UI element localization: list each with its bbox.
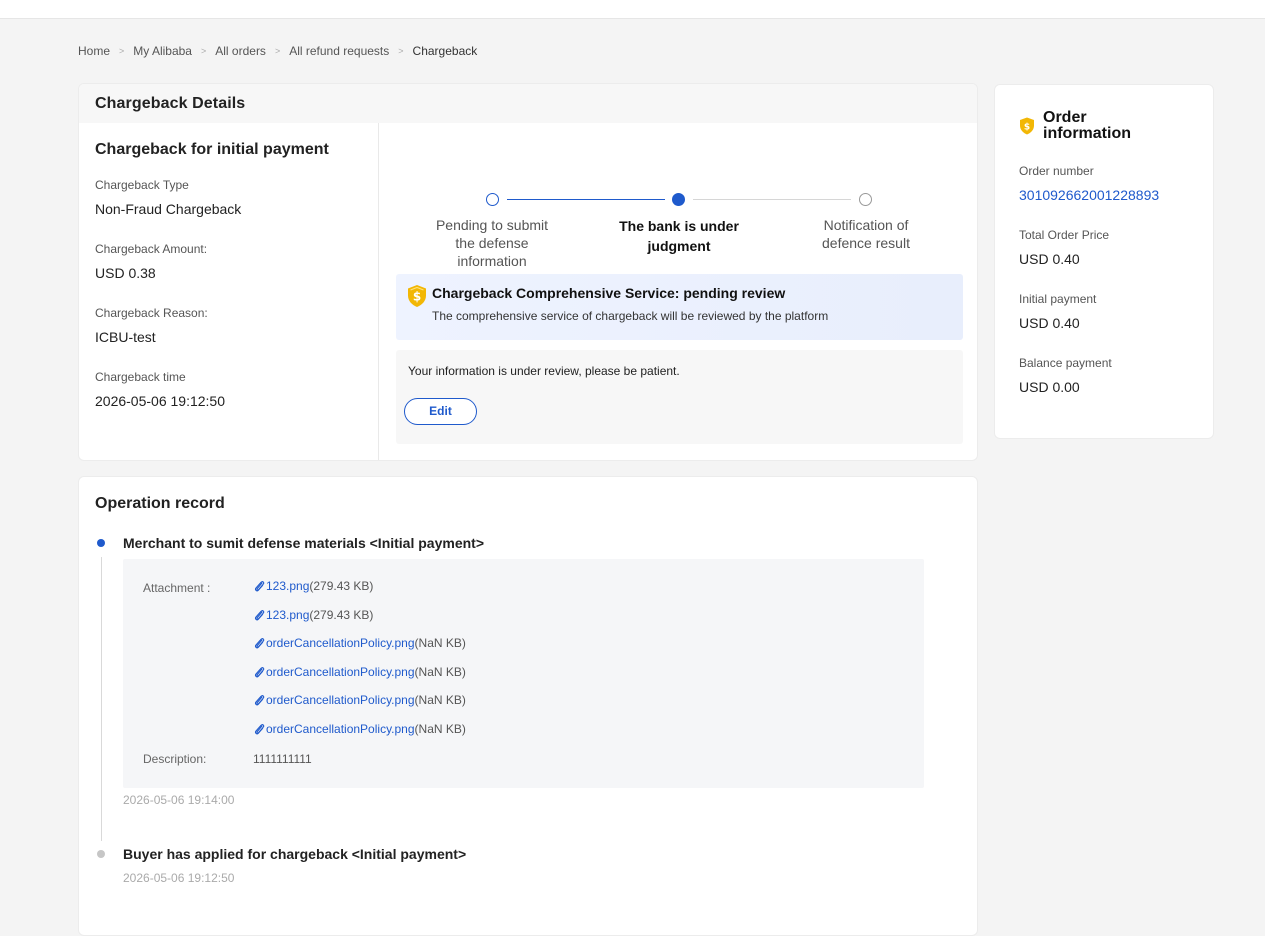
- shield-coin-icon: $: [408, 285, 426, 307]
- timeline-dot-active: [97, 539, 105, 547]
- step-connector-done: [507, 199, 665, 200]
- chargeback-type-label: Chargeback Type: [95, 178, 189, 192]
- chargeback-reason-label: Chargeback Reason:: [95, 306, 208, 320]
- breadcrumb-separator: >: [398, 46, 404, 56]
- paperclip-icon: [254, 695, 265, 706]
- breadcrumb-separator: >: [274, 46, 281, 56]
- chargeback-time-value: 2026-05-06 19:12:50: [95, 393, 225, 409]
- attachment-link[interactable]: 123.png: [266, 608, 309, 622]
- attachment-size: (NaN KB): [414, 721, 466, 736]
- attachment-size: (NaN KB): [414, 693, 466, 708]
- total-order-price-value: USD 0.40: [1019, 251, 1080, 267]
- step-3-label: Notification of defence result: [822, 217, 910, 251]
- attachment-list: 123.png (279.43 KB) 123.png (279.43 KB) …: [253, 579, 466, 751]
- attachment-link[interactable]: orderCancellationPolicy.png: [266, 665, 415, 679]
- initial-payment-label: Initial payment: [1019, 292, 1097, 306]
- description-value: 1111111111: [253, 752, 312, 766]
- attachment-item: orderCancellationPolicy.png (NaN KB): [253, 636, 466, 665]
- paperclip-icon: [254, 724, 265, 735]
- attachment-size: (NaN KB): [414, 664, 466, 679]
- paperclip-icon: [254, 581, 265, 592]
- record-entry-time: 2026-05-06 19:12:50: [123, 871, 235, 885]
- order-information-header: $ Order information: [1019, 110, 1213, 142]
- record-entry-title: Merchant to sumit defense materials <Ini…: [123, 535, 484, 551]
- timeline-line: [101, 557, 102, 841]
- chargeback-status-panel: Pending to submit the defense informatio…: [380, 123, 977, 460]
- chargeback-reason-value: ICBU-test: [95, 329, 156, 345]
- attachment-item: 123.png (279.43 KB): [253, 608, 466, 637]
- breadcrumb-home[interactable]: Home: [78, 44, 110, 58]
- paperclip-icon: [254, 609, 265, 621]
- attachment-size: (279.43 KB): [309, 607, 374, 622]
- review-message: Your information is under review, please…: [408, 364, 680, 378]
- edit-button[interactable]: Edit: [404, 398, 477, 425]
- attachment-item: orderCancellationPolicy.png (NaN KB): [253, 665, 466, 694]
- comprehensive-service-banner: $ Chargeback Comprehensive Service: pend…: [396, 274, 963, 340]
- attachment-link[interactable]: orderCancellationPolicy.png: [266, 722, 415, 736]
- operation-record-card: Operation record Merchant to sumit defen…: [78, 476, 978, 936]
- balance-payment-label: Balance payment: [1019, 356, 1112, 370]
- step-2-dot: [672, 193, 685, 206]
- step-1-dot: [486, 193, 499, 206]
- attachment-panel: Attachment : 123.png (279.43 KB) 123.png…: [123, 559, 924, 788]
- paperclip-icon: [254, 666, 265, 678]
- step-3-dot: [859, 193, 872, 206]
- svg-text:$: $: [1024, 123, 1030, 133]
- attachment-link[interactable]: 123.png: [266, 579, 309, 593]
- step-1-label: Pending to submit the defense informatio…: [435, 217, 549, 269]
- breadcrumb-my-alibaba[interactable]: My Alibaba: [133, 44, 192, 58]
- attachment-item: 123.png (279.43 KB): [253, 579, 466, 608]
- chargeback-time-label: Chargeback time: [95, 370, 186, 384]
- svg-text:$: $: [413, 290, 421, 304]
- progress-stepper: Pending to submit the defense informatio…: [380, 158, 977, 269]
- step-2-label: The bank is under judgment: [619, 218, 739, 254]
- attachment-link[interactable]: orderCancellationPolicy.png: [266, 636, 415, 650]
- top-bar: [0, 0, 1265, 19]
- attachment-size: (NaN KB): [414, 636, 466, 651]
- attachment-label: Attachment :: [143, 581, 211, 595]
- service-status-title: Chargeback Comprehensive Service: pendin…: [432, 285, 786, 301]
- attachment-item: orderCancellationPolicy.png (NaN KB): [253, 722, 466, 751]
- initial-payment-value: USD 0.40: [1019, 315, 1080, 331]
- order-information-card: $ Order information Order number 3010926…: [994, 84, 1214, 439]
- record-entry-title: Buyer has applied for chargeback <Initia…: [123, 846, 467, 862]
- breadcrumb-separator: >: [119, 46, 125, 56]
- breadcrumb-all-orders[interactable]: All orders: [215, 44, 266, 58]
- chargeback-subtitle: Chargeback for initial payment: [95, 141, 329, 158]
- step-connector-pending: [693, 199, 851, 200]
- timeline-dot: [97, 850, 105, 858]
- shield-coin-icon: $: [1020, 117, 1034, 135]
- attachment-item: orderCancellationPolicy.png (NaN KB): [253, 693, 466, 722]
- paperclip-icon: [254, 638, 265, 649]
- attachment-size: (279.43 KB): [309, 579, 374, 593]
- chargeback-amount-label: Chargeback Amount:: [95, 242, 208, 256]
- breadcrumb-separator: >: [200, 46, 207, 56]
- order-number-label: Order number: [1019, 164, 1094, 178]
- chargeback-amount-value: USD 0.38: [95, 265, 156, 281]
- order-information-title: Order information: [1043, 109, 1131, 142]
- breadcrumb-all-refund-requests[interactable]: All refund requests: [289, 44, 389, 58]
- breadcrumb-chargeback: Chargeback: [412, 44, 478, 58]
- operation-record-title: Operation record: [95, 495, 225, 512]
- record-entry-time: 2026-05-06 19:14:00: [123, 793, 235, 807]
- attachment-link[interactable]: orderCancellationPolicy.png: [266, 693, 415, 707]
- chargeback-details-card: Chargeback Details Chargeback for initia…: [78, 83, 978, 461]
- service-status-description: The comprehensive service of chargeback …: [432, 309, 829, 323]
- balance-payment-value: USD 0.00: [1019, 379, 1080, 395]
- total-order-price-label: Total Order Price: [1019, 228, 1110, 242]
- chargeback-info-panel: Chargeback for initial payment Chargebac…: [79, 123, 379, 460]
- description-label: Description:: [143, 752, 207, 766]
- review-notice-box: Your information is under review, please…: [396, 350, 963, 444]
- chargeback-type-value: Non-Fraud Chargeback: [95, 201, 242, 217]
- order-number-link[interactable]: 301092662001228893: [1019, 187, 1213, 203]
- chargeback-details-header: Chargeback Details: [79, 84, 977, 123]
- breadcrumb: Home > My Alibaba > All orders > All ref…: [78, 43, 477, 59]
